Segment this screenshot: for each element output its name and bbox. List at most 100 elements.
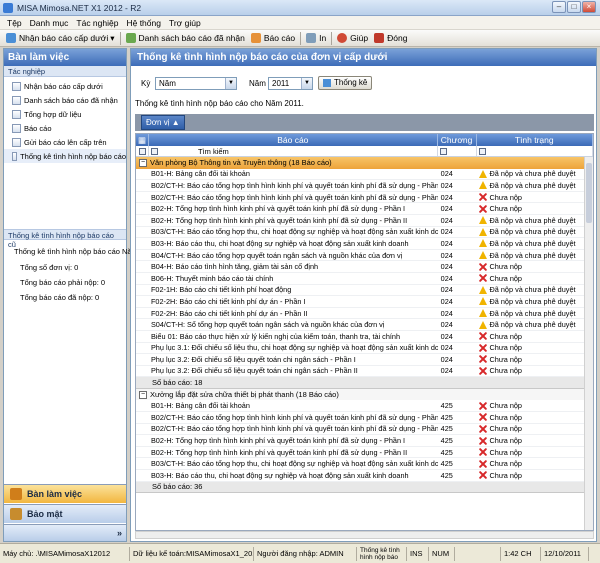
- status-cell: Chưa nộp: [477, 203, 593, 214]
- year-label: Năm: [249, 79, 266, 88]
- menu-operations[interactable]: Tác nghiệp: [72, 18, 122, 28]
- chapter-cell: 425: [440, 424, 453, 434]
- table-row[interactable]: Biểu 01: Báo cáo thực hiện xử lý kiến ng…: [136, 331, 593, 343]
- sidebar-item-report[interactable]: Báo cáo: [4, 121, 126, 135]
- table-row[interactable]: B02-H: Tổng hợp tình hình kinh phí và qu…: [136, 435, 593, 447]
- menu-help[interactable]: Trợ giúp: [165, 18, 205, 28]
- inbox-icon: [12, 81, 21, 91]
- chapter-cell: 024: [440, 296, 453, 306]
- report-name-cell: B06-H: Thuyết minh báo cáo tài chính: [150, 273, 274, 283]
- sidebar-item-send-up[interactable]: Gửi báo cáo lên cấp trên: [4, 135, 126, 149]
- table-row[interactable]: B03-H: Báo cáo thu, chi hoạt động sự ngh…: [136, 238, 593, 250]
- period-select[interactable]: Năm ▼: [155, 77, 237, 90]
- minimize-button[interactable]: –: [552, 1, 566, 13]
- chapter-cell: 425: [440, 401, 453, 411]
- column-header-chapter[interactable]: Chương: [438, 134, 477, 146]
- table-row[interactable]: B02-H: Tổng hợp tình hình kinh phí và qu…: [136, 203, 593, 215]
- table-row[interactable]: B06-H: Thuyết minh báo cáo tài chính 024 C…: [136, 273, 593, 285]
- report-filter-input[interactable]: Tìm kiếm: [149, 146, 438, 156]
- table-row[interactable]: B02/CT-H: Báo cáo tổng hợp tình hình kin…: [136, 180, 593, 192]
- sidebar-item-statistics[interactable]: Thống kê tình hình nộp báo cáo: [4, 149, 126, 163]
- receive-reports-button[interactable]: Nhận báo cáo cấp dưới ▾: [3, 31, 118, 46]
- table-row[interactable]: B03/CT-H: Báo cáo tổng hợp thu, chi hoạt…: [136, 227, 593, 239]
- nav-security-button[interactable]: Bảo mật: [4, 504, 126, 523]
- warning-icon: [478, 297, 487, 306]
- horizontal-scrollbar[interactable]: [135, 531, 594, 539]
- report-name-cell: B02/CT-H: Báo cáo tổng hợp tình hình kin…: [150, 412, 438, 422]
- nav-expand-button[interactable]: »: [4, 524, 126, 541]
- received-list-button[interactable]: Danh sách báo cáo đã nhận: [123, 31, 248, 46]
- table-row[interactable]: B02/CT-H: Báo cáo tổng hợp tình hình kin…: [136, 424, 593, 436]
- table-row[interactable]: F02-2H: Báo cáo chi tiết kinh phí dự án …: [136, 308, 593, 320]
- table-row[interactable]: B02/CT-H: Báo cáo tổng hợp tình hình kin…: [136, 192, 593, 204]
- sidebar-item-aggregate[interactable]: Tổng hợp dữ liệu: [4, 107, 126, 121]
- group-row[interactable]: − Văn phòng Bộ Thông tin và Truyền thông …: [136, 157, 593, 169]
- close-button[interactable]: Đóng: [371, 31, 410, 46]
- cross-icon: [479, 413, 487, 421]
- help-icon: [337, 33, 348, 43]
- chapter-cell: 425: [440, 470, 453, 480]
- sidebar-item-received-list[interactable]: Danh sách báo cáo đã nhận: [4, 93, 126, 107]
- warning-icon: [478, 285, 487, 294]
- scroll-thumb[interactable]: [586, 163, 592, 223]
- table-row[interactable]: B01-H: Bảng cân đối tài khoản 425 Chưa nộp: [136, 400, 593, 413]
- menu-catalog[interactable]: Danh mục: [26, 18, 73, 28]
- table-row[interactable]: B01-H: Bảng cân đối tài khoản 024 Đã nộp v…: [136, 169, 593, 181]
- report-button[interactable]: Báo cáo: [248, 31, 298, 46]
- table-row[interactable]: B02-H: Tổng hợp tình hình kinh phí và qu…: [136, 215, 593, 227]
- group-row[interactable]: − Xưởng lắp đặt sửa chữa thiết bị phát th…: [136, 388, 593, 401]
- column-header-report[interactable]: Báo cáo: [149, 134, 438, 146]
- table-row[interactable]: Phụ lục 3.1: Đối chiếu số liệu thu, chi …: [136, 343, 593, 355]
- statistics-button[interactable]: Thống kê: [318, 75, 373, 90]
- warning-icon: [478, 169, 487, 178]
- status-cell: Chưa nộp: [477, 400, 593, 411]
- cross-icon: [479, 274, 487, 282]
- maximize-button[interactable]: □: [567, 1, 581, 13]
- report-name-cell: B01-H: Bảng cân đối tài khoản: [150, 401, 250, 411]
- collapse-icon[interactable]: −: [139, 158, 147, 167]
- menu-file[interactable]: Tệp: [3, 18, 26, 28]
- collapse-icon[interactable]: −: [139, 390, 147, 399]
- table-row[interactable]: B02/CT-H: Báo cáo tổng hợp tình hình kin…: [136, 412, 593, 424]
- status-server: Máy chủ: .\MISAMimosaX12012: [0, 546, 130, 561]
- cross-icon: [479, 448, 487, 456]
- table-row[interactable]: Phụ lục 3.2: Đối chiếu số liệu quyết toá…: [136, 354, 593, 366]
- cross-icon: [479, 205, 487, 213]
- warning-icon: [478, 216, 487, 225]
- close-window-button[interactable]: ×: [582, 1, 596, 13]
- status-cell: Chưa nộp: [477, 343, 593, 354]
- vertical-scrollbar[interactable]: [584, 157, 593, 530]
- table-row[interactable]: B02-H: Tổng hợp tình hình kinh phí và qu…: [136, 447, 593, 459]
- report-name-cell: B02/CT-H: Báo cáo tổng hợp tình hình kin…: [150, 424, 438, 434]
- chevron-down-icon: ▼: [225, 78, 236, 89]
- chapter-filter-input[interactable]: [438, 146, 477, 156]
- table-row[interactable]: S04/CT-H: Sổ tổng hợp quyết toán ngân sá…: [136, 319, 593, 331]
- status-filter-input[interactable]: [477, 146, 593, 156]
- sidebar-item-receive[interactable]: Nhận báo cáo cấp dưới: [4, 79, 126, 93]
- cross-icon: [479, 332, 487, 340]
- table-row[interactable]: B04/CT-H: Báo cáo tổng hợp quyết toán ng…: [136, 250, 593, 262]
- workspace-panel: Bàn làm việc Tác nghiệp Nhận báo cáo cấp…: [3, 48, 138, 542]
- group-by-unit-button[interactable]: Đơn vị ▲: [141, 115, 185, 130]
- year-select[interactable]: 2011 ▼: [268, 77, 313, 90]
- filter-icon: [478, 147, 486, 155]
- table-row[interactable]: B03/CT-H: Báo cáo tổng hợp thu, chi hoạt…: [136, 458, 593, 471]
- key-icon: [10, 508, 22, 520]
- table-row[interactable]: B04-H: Báo cáo tình hình tăng, giảm tài …: [136, 261, 593, 273]
- nav-workspace-button[interactable]: Bàn làm việc: [4, 484, 126, 503]
- print-button[interactable]: In: [303, 31, 329, 46]
- app-icon: [3, 2, 13, 13]
- column-selector-icon[interactable]: ▦: [136, 134, 149, 146]
- cross-icon: [479, 367, 487, 375]
- table-row[interactable]: Phụ lục 3.2: Đối chiếu số liệu quyết toá…: [136, 366, 593, 378]
- column-header-status[interactable]: Tình trạng: [477, 134, 593, 146]
- cross-icon: [479, 437, 487, 445]
- table-row[interactable]: F02-2H: Báo cáo chi tiết kinh phí dự án …: [136, 296, 593, 308]
- filter-row-icon: [136, 146, 149, 156]
- period-label: Kỳ: [141, 79, 151, 88]
- status-bar: Máy chủ: .\MISAMimosaX12012 Dữ liệu kế t…: [0, 543, 600, 563]
- table-row[interactable]: F02-1H: Báo cáo chi tiết kinh phí hoạt đ…: [136, 285, 593, 297]
- help-button[interactable]: Giúp: [334, 31, 371, 46]
- table-row[interactable]: B03-H: Báo cáo thu, chi hoạt động sự ngh…: [136, 470, 593, 482]
- menu-system[interactable]: Hệ thống: [122, 18, 165, 28]
